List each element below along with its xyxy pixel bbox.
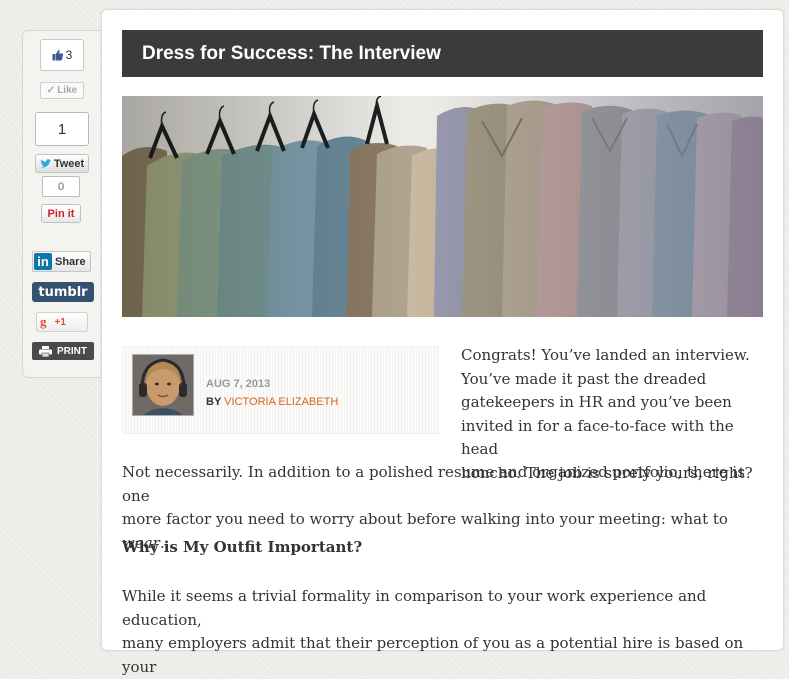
intro-line: gatekeepers in HR and you’ve been bbox=[461, 393, 732, 411]
intro-line: invited in for a face-to-face with the h… bbox=[461, 416, 734, 459]
print-label: PRINT bbox=[57, 345, 87, 357]
hero-image-clothing-rack bbox=[122, 96, 763, 317]
clothing-rack-illustration bbox=[122, 96, 763, 317]
thumbs-up-icon bbox=[52, 49, 63, 61]
tumblr-button[interactable]: tumblr bbox=[32, 282, 94, 302]
checkmark-icon: ✓ bbox=[46, 85, 56, 96]
facebook-count-value: 3 bbox=[65, 48, 73, 62]
body-line: While it seems a trivial formality in co… bbox=[122, 587, 707, 629]
tweet-label: Tweet bbox=[53, 157, 85, 170]
tweet-count: 1 bbox=[35, 112, 89, 146]
author-link[interactable]: VICTORIA ELIZABETH bbox=[224, 396, 338, 408]
pin-count: 0 bbox=[42, 176, 80, 197]
body-line: many employers admit that their percepti… bbox=[122, 634, 744, 676]
twitter-bird-icon bbox=[39, 158, 52, 168]
article-card: Dress for Success: The Interview AUG 7, … bbox=[101, 9, 784, 676]
section-heading: Why is My Outfit Important? bbox=[122, 538, 363, 556]
share-sidebar: 3 ✓ Like 1 Tweet 0 Pin it in Share tumbl… bbox=[22, 30, 100, 378]
author-avatar[interactable] bbox=[132, 354, 194, 416]
by-label: BY bbox=[206, 396, 222, 408]
google-plus-button[interactable]: g +1 bbox=[36, 312, 88, 332]
author-info-box: AUG 7, 2013 BY VICTORIA ELIZABETH bbox=[122, 346, 439, 434]
tweet-button[interactable]: Tweet bbox=[35, 154, 89, 173]
print-button[interactable]: PRINT bbox=[32, 342, 94, 360]
printer-icon bbox=[39, 345, 52, 357]
intro-line: Not necessarily. In addition to a polish… bbox=[122, 463, 745, 505]
linkedin-icon: in bbox=[34, 253, 52, 270]
author-portrait-image bbox=[133, 355, 193, 415]
google-plus-label: +1 bbox=[54, 316, 66, 328]
byline: BY VICTORIA ELIZABETH bbox=[206, 396, 338, 408]
intro-line: Congrats! You’ve landed an interview. bbox=[461, 346, 750, 364]
facebook-like-button[interactable]: ✓ Like bbox=[40, 82, 84, 99]
google-plus-icon: g bbox=[40, 314, 47, 329]
linkedin-share-label: Share bbox=[55, 255, 86, 268]
linkedin-share-button[interactable]: in Share bbox=[32, 251, 91, 272]
intro-line: You’ve made it past the dreaded bbox=[461, 369, 707, 388]
pin-it-button[interactable]: Pin it bbox=[41, 204, 81, 223]
intro-last-prefix: more factor you need to worry about befo… bbox=[122, 510, 728, 528]
article-title: Dress for Success: The Interview bbox=[122, 30, 763, 77]
post-date: AUG 7, 2013 bbox=[206, 378, 271, 390]
body-paragraph: While it seems a trivial formality in co… bbox=[122, 585, 767, 679]
facebook-like-count: 3 bbox=[40, 39, 84, 71]
facebook-like-label: Like bbox=[57, 85, 78, 96]
